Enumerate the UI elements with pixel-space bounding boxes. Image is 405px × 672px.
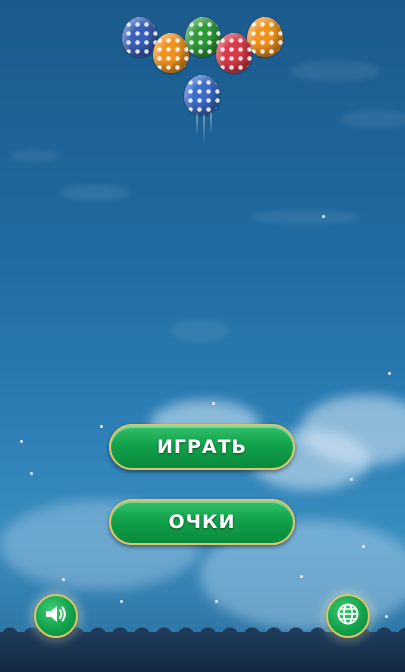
- snow-particle: [385, 615, 388, 618]
- snow-particle: [350, 478, 353, 481]
- scores-button-label: ОЧКИ: [168, 511, 236, 533]
- language-button[interactable]: [326, 594, 370, 638]
- globe-icon: [336, 602, 360, 630]
- snow-particle: [30, 472, 33, 475]
- snow-particle: [100, 425, 103, 428]
- egg-red: [216, 33, 252, 73]
- play-button[interactable]: ИГРАТЬ: [109, 424, 295, 470]
- sky-cloud: [250, 210, 360, 224]
- sky-cloud: [290, 60, 380, 82]
- snow-particle: [20, 440, 23, 443]
- snow-particle: [322, 215, 325, 218]
- game-screen: ИГРАТЬ ОЧКИ: [0, 0, 405, 672]
- sky-cloud: [340, 110, 405, 128]
- ground-silhouette: [0, 622, 405, 672]
- speaker-icon: [44, 603, 68, 629]
- egg-blue-falling: [184, 75, 220, 115]
- snow-particle: [215, 600, 218, 603]
- egg-orange: [247, 17, 283, 57]
- egg-orange: [153, 33, 189, 73]
- snow-particle: [62, 578, 65, 581]
- sky-cloud: [170, 320, 230, 342]
- scores-button[interactable]: ОЧКИ: [109, 499, 295, 545]
- snow-particle: [300, 575, 303, 578]
- snow-particle: [212, 402, 215, 405]
- snow-particle: [388, 372, 391, 375]
- play-button-label: ИГРАТЬ: [156, 436, 248, 458]
- sky-cloud: [10, 150, 60, 162]
- snow-particle: [362, 545, 365, 548]
- snow-particle: [120, 600, 123, 603]
- sky-cloud: [60, 185, 130, 201]
- sound-button[interactable]: [34, 594, 78, 638]
